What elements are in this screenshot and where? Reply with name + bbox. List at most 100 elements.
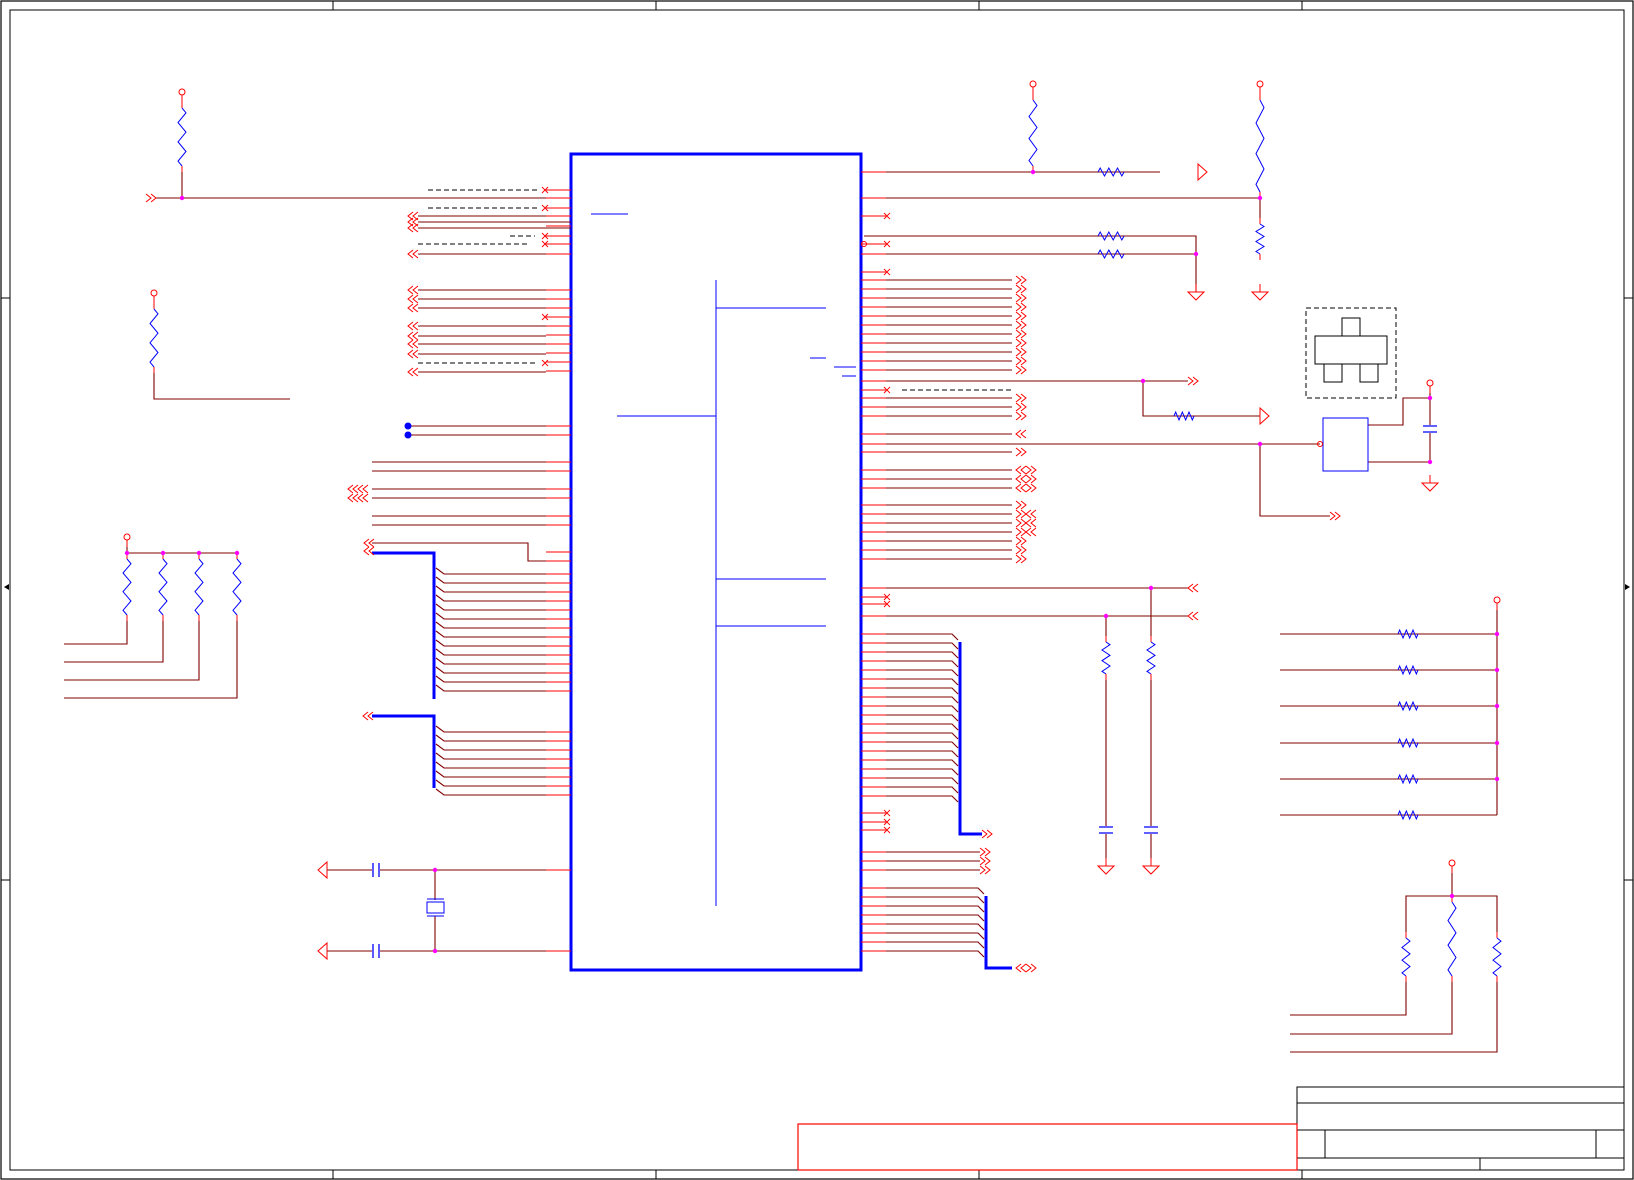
resistor-symbol	[1173, 410, 1195, 422]
wire	[1290, 982, 1407, 1016]
component-layer	[122, 80, 1502, 982]
power-port-symbol	[1256, 80, 1264, 88]
off-page-connector-symbol	[1015, 365, 1027, 375]
off-page-connector-symbol	[1015, 347, 1027, 357]
wire	[435, 612, 546, 620]
wire	[435, 675, 546, 683]
wire	[886, 669, 959, 677]
off-page-connector-symbol	[979, 865, 991, 875]
wire	[435, 585, 546, 593]
power-port-symbol	[1426, 379, 1434, 387]
wire	[435, 779, 546, 787]
off-page-connector-symbol	[1015, 474, 1027, 484]
resistor-symbol	[1097, 230, 1125, 242]
test-point-symbol	[404, 431, 412, 439]
off-page-connector-symbol	[347, 484, 359, 494]
off-page-connector-symbol	[981, 829, 993, 839]
wire	[886, 633, 959, 641]
test-point-symbol	[404, 422, 412, 430]
wire	[886, 795, 959, 803]
off-page-connector-symbol	[407, 294, 419, 304]
wire	[64, 621, 128, 645]
zone-ticks	[1, 1, 1633, 1179]
capacitor-symbol	[372, 863, 380, 877]
off-page-connector-symbol	[1015, 329, 1027, 339]
resistor-symbol	[122, 558, 132, 616]
wire	[435, 594, 546, 602]
resistor-symbol	[1397, 809, 1419, 821]
resistor-symbol	[177, 107, 187, 167]
resistor-symbol	[1097, 166, 1125, 178]
resistor-symbol	[1397, 700, 1419, 712]
wire	[435, 752, 546, 760]
wire	[886, 651, 959, 659]
junction-dot	[1257, 195, 1263, 201]
junction-dot	[1427, 395, 1433, 401]
package-pin	[1359, 363, 1379, 383]
wire	[864, 235, 1197, 292]
bus-d	[984, 896, 1012, 970]
off-page-connector-symbol	[1015, 447, 1027, 457]
junction-dot	[1193, 251, 1199, 257]
junction-dot	[1103, 613, 1109, 619]
wire	[1290, 982, 1498, 1053]
wire	[435, 657, 546, 665]
wire	[886, 759, 959, 767]
power-port-symbol	[178, 88, 186, 96]
wire	[435, 788, 546, 796]
off-page-connector-symbol	[407, 349, 419, 359]
wire	[886, 768, 959, 776]
off-page-connector-symbol	[407, 339, 419, 349]
wire	[886, 914, 985, 922]
power-port-symbol	[1493, 596, 1501, 604]
crystal-symbol	[426, 901, 445, 914]
off-page-connector-symbol	[1187, 376, 1199, 386]
wire	[435, 576, 546, 584]
junction-dot	[234, 550, 240, 556]
wire	[126, 547, 237, 554]
sheet-outer-border	[0, 0, 1634, 1180]
center-arrow-markers	[4, 584, 1630, 590]
ground-symbol	[1420, 482, 1440, 492]
wire	[886, 950, 985, 958]
junction-dot	[1494, 776, 1500, 782]
resistor-symbol	[232, 558, 242, 616]
wire	[886, 642, 959, 650]
off-page-connector-symbol	[1015, 284, 1027, 294]
off-page-connector-symbol	[1015, 320, 1027, 330]
off-page-connector-symbol	[1015, 302, 1027, 312]
wire	[886, 786, 959, 794]
no-connect-marker	[541, 359, 549, 367]
off-page-connector-symbol	[1015, 338, 1027, 348]
junction-dot	[432, 867, 438, 873]
resistor-symbol	[1028, 99, 1038, 167]
resistor-symbol	[1255, 223, 1265, 255]
resistor-symbol	[1401, 937, 1411, 977]
power-port-symbol	[1029, 80, 1037, 88]
wire	[1452, 895, 1498, 932]
wire	[1259, 444, 1330, 517]
off-page-connector-symbol	[1025, 474, 1037, 484]
off-page-connector-symbol	[407, 331, 419, 341]
off-page-connector-symbol	[979, 856, 991, 866]
off-page-connector-symbol	[1015, 393, 1027, 403]
wire	[435, 761, 546, 769]
junction-dot	[1148, 585, 1154, 591]
off-page-connector-symbol	[1015, 527, 1027, 537]
off-page-connector-symbol	[357, 493, 369, 503]
wire	[886, 887, 985, 895]
off-page-connector-symbol	[362, 711, 374, 721]
off-page-connector-symbol	[407, 223, 419, 233]
resistor-symbol	[194, 558, 204, 616]
resistor-symbol	[1255, 99, 1265, 193]
off-page-connector-symbol	[1015, 509, 1027, 519]
wire	[886, 932, 985, 940]
ground-symbol	[1141, 865, 1161, 875]
wire	[886, 714, 959, 722]
junction-dot	[1030, 169, 1036, 175]
wire	[886, 660, 959, 668]
off-page-connector-symbol	[1015, 536, 1027, 546]
power-port-symbol	[150, 289, 158, 297]
off-page-connector-symbol	[1025, 465, 1037, 475]
signal-port-symbol	[317, 941, 328, 961]
